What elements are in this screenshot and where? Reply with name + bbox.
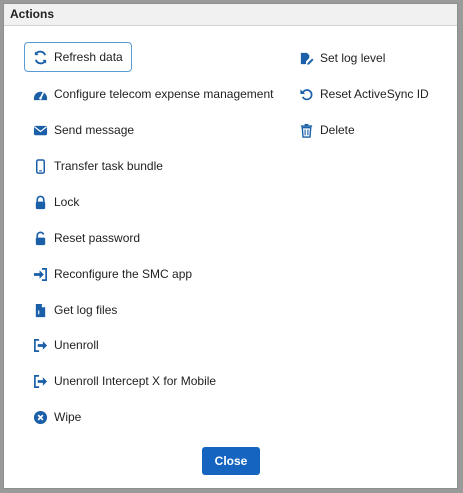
- sign-out-icon: [34, 374, 48, 388]
- trash-icon: [300, 123, 313, 138]
- action-set-log-level[interactable]: Set log level: [299, 46, 385, 70]
- unlock-icon: [35, 231, 46, 245]
- file-icon: [35, 303, 46, 317]
- gauge-icon: [33, 91, 48, 100]
- mobile-phone-icon: [36, 158, 45, 174]
- action-lock[interactable]: Lock: [33, 190, 79, 214]
- action-reconfigure-smc-app[interactable]: Reconfigure the SMC app: [33, 262, 192, 286]
- action-unenroll[interactable]: Unenroll: [33, 333, 99, 357]
- action-label: Configure telecom expense management: [54, 87, 274, 101]
- action-label: Wipe: [54, 410, 82, 424]
- action-send-message[interactable]: Send message: [33, 118, 134, 142]
- action-unenroll-intercept-x[interactable]: Unenroll Intercept X for Mobile: [33, 369, 216, 393]
- action-label: Send message: [54, 123, 135, 137]
- action-get-log-files[interactable]: Get log files: [33, 298, 117, 322]
- action-transfer-task-bundle[interactable]: Transfer task bundle: [33, 154, 163, 178]
- action-label: Get log files: [54, 303, 118, 317]
- action-label: Reset password: [54, 231, 141, 245]
- action-configure-telecom-expense-management[interactable]: Configure telecom expense management: [33, 82, 273, 106]
- lock-icon: [35, 195, 46, 209]
- actions-dialog: Actions Refresh data Configure telecom e…: [3, 3, 458, 489]
- edit-log-icon: [300, 52, 314, 65]
- undo-icon: [300, 88, 313, 100]
- action-label: Lock: [54, 195, 80, 209]
- action-label: Unenroll Intercept X for Mobile: [54, 374, 217, 388]
- action-label: Delete: [320, 123, 355, 137]
- action-label: Refresh data: [54, 50, 123, 64]
- action-reset-activesync-id[interactable]: Reset ActiveSync ID: [299, 82, 429, 106]
- action-delete[interactable]: Delete: [299, 118, 355, 142]
- dialog-title: Actions: [4, 4, 457, 26]
- envelope-icon: [33, 125, 48, 135]
- close-button[interactable]: Close: [202, 447, 260, 475]
- times-circle-icon: [33, 410, 48, 424]
- action-label: Unenroll: [54, 338, 99, 352]
- action-label: Transfer task bundle: [54, 159, 163, 173]
- action-wipe[interactable]: Wipe: [33, 405, 81, 429]
- sign-out-icon: [34, 338, 48, 352]
- action-label: Reset ActiveSync ID: [320, 87, 429, 101]
- action-reset-password[interactable]: Reset password: [33, 226, 140, 250]
- sign-in-icon: [33, 267, 47, 281]
- refresh-icon: [34, 50, 47, 64]
- action-label: Set log level: [320, 51, 386, 65]
- action-refresh-data[interactable]: Refresh data: [24, 42, 132, 72]
- action-label: Reconfigure the SMC app: [54, 267, 193, 281]
